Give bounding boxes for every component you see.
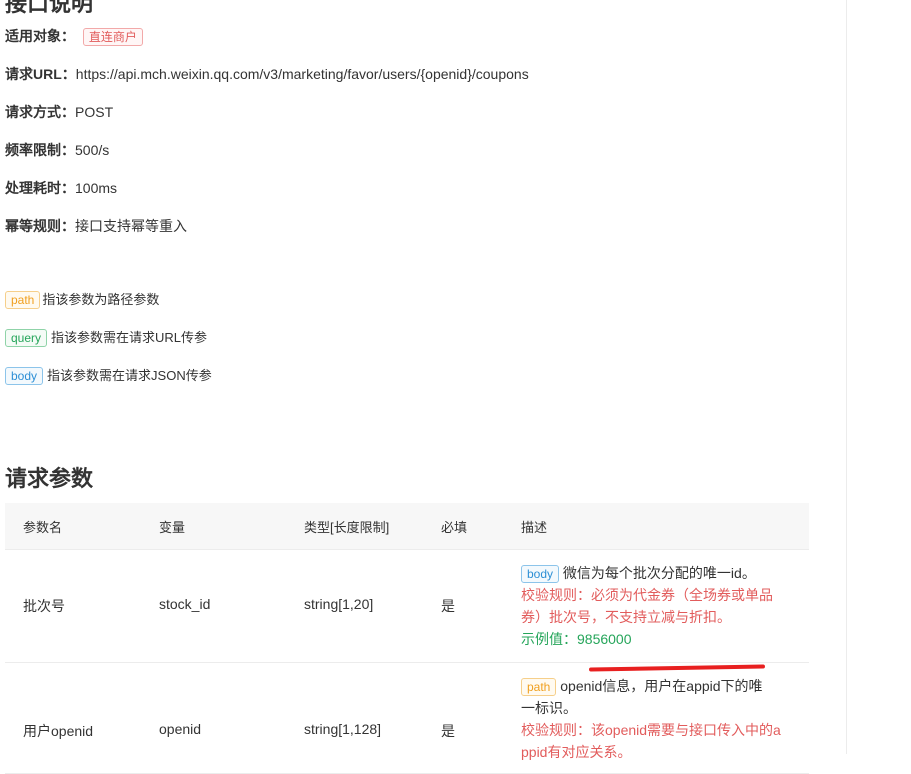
info-row-latency: 处理耗时：100ms	[5, 178, 117, 198]
query-tag: query	[5, 329, 48, 348]
content-right-border	[846, 0, 847, 754]
desc-text: openid信息，用户在appid下的唯	[560, 678, 763, 694]
header-param-name: 参数名	[23, 520, 63, 535]
header-required: 必填	[441, 520, 468, 535]
param-type: string[1,20]	[304, 596, 374, 612]
legend-text: 指该参数为路径参数	[42, 292, 160, 308]
table-row: 用户openid openid string[1,128] 是 path ope…	[5, 663, 809, 774]
info-row-url: 请求URL：https://api.mch.weixin.qq.com/v3/m…	[5, 64, 529, 84]
info-key: 处理耗时：	[5, 180, 75, 196]
section-heading-partial: 接口说明	[5, 0, 94, 16]
validation-rule-cont: ppid有对应关系。	[521, 744, 632, 760]
body-tag: body	[5, 367, 44, 386]
param-variable: openid	[159, 721, 202, 737]
param-variable: stock_id	[159, 596, 211, 612]
desc-text: 微信为每个批次分配的唯一id。	[562, 565, 756, 581]
request-params-title: 请求参数	[5, 466, 94, 491]
info-key: 适用对象：	[5, 28, 75, 44]
info-row-applicable: 适用对象： 直连商户	[5, 26, 143, 47]
request-method-value: POST	[75, 104, 114, 120]
legend-body: body 指该参数需在请求JSON传参	[5, 365, 212, 386]
param-required: 是	[441, 723, 455, 739]
table-row: 批次号 stock_id string[1,20] 是 body 微信为每个批次…	[5, 550, 809, 672]
info-key: 请求方式：	[5, 104, 75, 120]
info-row-idempotency: 幂等规则：接口支持幂等重入	[5, 216, 187, 236]
legend-query: query 指该参数需在请求URL传参	[5, 327, 207, 348]
validation-rule-cont: 券）批次号，不支持立减与折扣。	[521, 609, 731, 625]
idempotency-value: 接口支持幂等重入	[75, 218, 187, 234]
param-description: body 微信为每个批次分配的唯一id。 校验规则：必须为代金券（全场券或单品 …	[521, 562, 783, 650]
param-name: 用户openid	[23, 723, 94, 739]
header-description: 描述	[521, 520, 548, 535]
header-type: 类型[长度限制]	[304, 520, 390, 535]
validation-rule: 校验规则：该openid需要与接口传入中的a	[521, 722, 781, 738]
request-url-value: https://api.mch.weixin.qq.com/v3/marketi…	[75, 66, 529, 82]
path-tag: path	[5, 291, 41, 310]
legend-path: path 指该参数为路径参数	[5, 289, 159, 310]
rate-limit-value: 500/s	[75, 142, 110, 158]
header-variable: 变量	[159, 520, 186, 535]
param-type: string[1,128]	[304, 721, 382, 737]
path-tag: path	[521, 678, 557, 697]
param-description: path openid信息，用户在appid下的唯 一标识。 校验规则：该ope…	[521, 675, 783, 763]
request-params-table: 参数名 变量 类型[长度限制] 必填 描述 批次号 stock_id strin…	[5, 503, 809, 774]
table-header: 参数名 变量 类型[长度限制] 必填 描述	[5, 503, 809, 550]
latency-value: 100ms	[75, 180, 118, 196]
info-row-method: 请求方式：POST	[5, 102, 113, 122]
desc-text-cont: 一标识。	[521, 700, 577, 716]
info-key: 频率限制：	[5, 142, 75, 158]
merchant-type-tag: 直连商户	[82, 28, 143, 47]
param-required: 是	[441, 598, 455, 614]
info-key: 请求URL：	[5, 66, 76, 82]
info-row-rate-limit: 频率限制：500/s	[5, 140, 109, 160]
body-tag: body	[521, 565, 560, 584]
info-key: 幂等规则：	[5, 218, 75, 234]
example-value: 示例值：9856000	[521, 631, 632, 647]
param-name: 批次号	[23, 598, 65, 614]
legend-text: 指该参数需在请求URL传参	[51, 330, 208, 346]
validation-rule: 校验规则：必须为代金券（全场券或单品	[521, 587, 773, 603]
legend-text: 指该参数需在请求JSON传参	[47, 368, 212, 384]
